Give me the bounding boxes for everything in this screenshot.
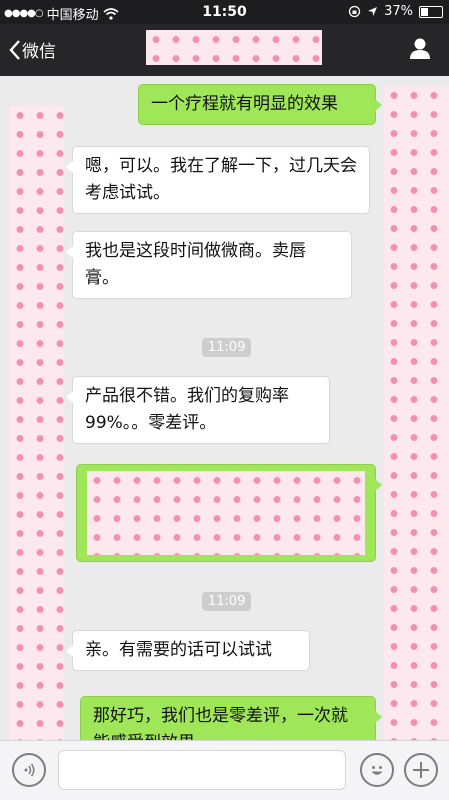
message-outgoing[interactable]: 那好巧，我们也是零差评，一次就能感受到效果 xyxy=(80,696,382,740)
time-divider: 11:09 xyxy=(202,592,252,611)
back-label: 微信 xyxy=(22,42,56,62)
emoji-icon xyxy=(371,766,383,775)
message-incoming[interactable]: 嗯，可以。我在了解一下，过几天会考虑试试。 xyxy=(66,146,370,214)
redacted-title xyxy=(146,30,322,65)
message-outgoing[interactable]: 一个疗程就有明显的效果 xyxy=(138,84,382,125)
message-incoming[interactable]: 产品很不错。我们的复购率99%。。零差评。 xyxy=(66,376,330,444)
chevron-left-icon xyxy=(9,39,20,60)
redacted-avatar-column xyxy=(384,86,449,740)
battery-percent: 37% xyxy=(384,4,413,19)
back-button[interactable]: 微信 xyxy=(8,37,56,62)
message-outgoing-redacted[interactable] xyxy=(76,464,382,562)
rotation-lock-icon xyxy=(348,5,361,18)
redacted-content xyxy=(87,471,365,555)
message-incoming[interactable]: 我也是这段时间做微商。卖唇膏。 xyxy=(66,231,352,299)
plus-icon xyxy=(413,762,429,778)
nav-bar: 微信 xyxy=(0,24,449,76)
person-icon xyxy=(410,38,430,59)
plus-button[interactable] xyxy=(404,753,438,787)
voice-icon xyxy=(24,763,35,777)
voice-button[interactable] xyxy=(12,753,46,787)
status-right: 37% xyxy=(348,4,443,19)
chat-area[interactable]: 一个疗程就有明显的效果 嗯，可以。我在了解一下，过几天会考虑试试。 我也是这段时… xyxy=(0,76,449,740)
message-input[interactable] xyxy=(58,750,346,790)
battery-icon xyxy=(419,5,443,18)
battery-fill xyxy=(421,7,429,16)
redacted-avatar-column xyxy=(10,106,64,740)
input-bar xyxy=(0,740,449,800)
location-arrow-icon xyxy=(368,7,378,16)
emoji-button[interactable] xyxy=(360,753,394,787)
message-incoming[interactable]: 亲。有需要的话可以试试 xyxy=(66,630,310,671)
status-bar: ●●●●○ 中国移动 11:50 37% xyxy=(0,0,449,24)
time-divider: 11:09 xyxy=(202,338,252,357)
profile-button[interactable] xyxy=(409,37,431,63)
